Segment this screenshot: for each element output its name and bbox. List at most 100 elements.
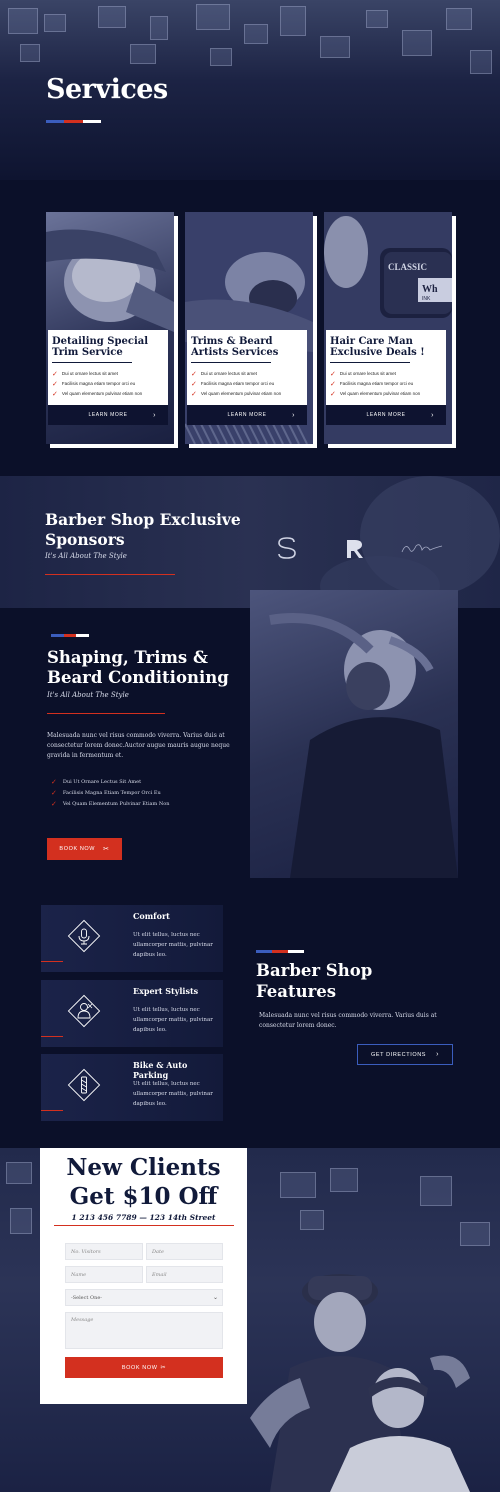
sponsors-title: Barber Shop Exclusive Sponsors [45,510,241,549]
service-card: Trims & Beard Artists Services ✓ Dui ut or… [185,212,313,444]
learn-more-button[interactable]: LEARN MORE › [187,405,307,425]
wall-frame [98,6,126,28]
barber-beard-photo [250,590,458,878]
wall-frame [320,36,350,58]
accent-bar [41,961,63,962]
list-item: ✓ Facilisis magna etiam tempor orci eu [330,380,414,388]
wall-frame [300,1210,324,1230]
wall-frame [280,6,306,36]
feature-title: Comfort [133,911,170,921]
shaping-list: ✓ Dui Ut Ornare Lectus Sit Amet ✓ Facilisi… [51,776,169,809]
feature-card: Comfort Ut elit tellus, luctus nec ullam… [41,905,223,972]
service-title-line1: Trims & Beard [191,336,273,347]
barbers-photo [250,1274,470,1492]
sponsor-logo-s [278,537,296,559]
check-icon: ✓ [52,370,58,378]
list-item: ✓ Vel quam elementum pulvinar etiam non [330,390,421,398]
message-field[interactable]: Message [65,1312,223,1349]
wall-frame [470,50,492,74]
wall-frame [420,1176,452,1206]
chevron-down-icon: ⌄ [212,1294,218,1301]
service-title-line2: Trim Service [52,347,123,358]
scissors-icon: ✂ [160,1364,167,1371]
service-title-line2: Artists Services [191,347,279,358]
check-icon: ✓ [52,380,58,388]
book-now-button[interactable]: BOOK NOW ✂ [65,1357,223,1378]
list-item: ✓ Vel quam elementum pulvinar etiam non [191,390,282,398]
title-rule [191,362,271,363]
feature-title: Expert Stylists [133,986,199,996]
accent-bar [41,1110,63,1111]
barber-pole-icon [67,1068,101,1102]
chevron-right-icon: › [153,411,156,419]
divider [45,574,175,575]
accent-stripe [256,950,304,953]
service-title-line2: Exclusive Deals ! [330,347,425,358]
title-rule [52,362,132,363]
visitors-field[interactable]: No. Visitors [65,1243,143,1260]
wall-frame [446,8,472,30]
wall-frame [402,30,432,56]
wall-frame [280,1172,316,1198]
check-icon: ✓ [191,380,197,388]
service-info: Hair Care Man Exclusive Deals ! ✓ Dui ut o… [326,330,446,405]
page-title: Services [46,74,168,105]
features-body: Malesuada nunc vel risus commodo viverra… [259,1012,437,1029]
list-item: ✓ Facilisis magna etiam tempor orci eu [52,380,136,388]
wall-frame [460,1222,490,1246]
wall-frame [20,44,40,62]
list-item: ✓ Dui ut ornare lectus sit amet [191,370,257,378]
title-rule [330,362,410,363]
check-icon: ✓ [51,799,57,808]
list-item: ✓ Dui ut ornare lectus sit amet [52,370,118,378]
wall-frame [210,48,232,66]
feature-card: Bike & Auto Parking Ut elit tellus, luct… [41,1054,223,1121]
accent-stripe [51,634,90,637]
wall-frame [366,10,388,28]
list-item: ✓ Facilisis Magna Etiam Tempor Orci Eu [51,788,161,797]
learn-more-button[interactable]: LEARN MORE › [326,405,446,425]
stylist-icon [67,994,101,1028]
offer-card: New Clients Get $10 Off 1 213 456 7789 — … [40,1148,247,1404]
check-icon: ✓ [191,390,197,398]
email-field[interactable]: Email [146,1266,223,1283]
wall-frame [6,1162,32,1184]
check-icon: ✓ [330,390,336,398]
sponsor-logo-r [347,540,363,558]
shaping-body: Malesuada nunc vel risus commodo viverra… [47,732,230,759]
get-directions-button[interactable]: GET DIRECTIONS › [357,1044,453,1065]
feature-text: Ut elit tellus, luctus nec ullamcorper m… [133,932,213,958]
feature-text: Ut elit tellus, luctus nec ullamcorper m… [133,1081,213,1107]
microphone-icon [67,919,101,953]
learn-more-button[interactable]: LEARN MORE › [48,405,168,425]
wall-frame [44,14,66,32]
offer-title: New Clients Get $10 Off [66,1154,221,1210]
divider [54,1225,234,1226]
date-field[interactable]: Date [146,1243,223,1260]
service-info: Trims & Beard Artists Services ✓ Dui ut or… [187,330,307,405]
shaping-subtitle: It's All About The Style [47,691,129,699]
chevron-right-icon: › [436,1051,439,1058]
feature-text: Ut elit tellus, luctus nec ullamcorper m… [133,1007,213,1033]
list-item: ✓ Dui Ut Ornare Lectus Sit Amet [51,777,142,786]
list-item: ✓ Facilisis magna etiam tempor orci eu [191,380,275,388]
feature-title: Bike & Auto Parking [133,1060,188,1080]
wall-frame [244,24,268,44]
service-title-line1: Hair Care Man [330,336,413,347]
name-field[interactable]: Name [65,1266,143,1283]
check-icon: ✓ [330,370,336,378]
service-info: Detailing Special Trim Service ✓ Dui ut or… [48,330,168,405]
list-item: ✓ Dui ut ornare lectus sit amet [330,370,396,378]
wall-frame [150,16,168,40]
list-item: ✓ Vel Quam Elementum Pulvinar Etiam Non [51,799,170,808]
accent-bar [41,1036,63,1037]
check-icon: ✓ [52,390,58,398]
product-label: Wh [422,284,438,295]
chevron-right-icon: › [431,411,434,419]
book-now-button[interactable]: BOOK NOW ✂ [47,838,122,860]
product-label: INK [422,296,431,302]
wall-frame [130,44,156,64]
service-card: CLASSIC Wh INK Hair Care Man Exclusive De… [324,212,452,444]
product-label: CLASSIC [388,262,427,272]
service-select[interactable]: -Select One- ⌄ [65,1289,223,1306]
